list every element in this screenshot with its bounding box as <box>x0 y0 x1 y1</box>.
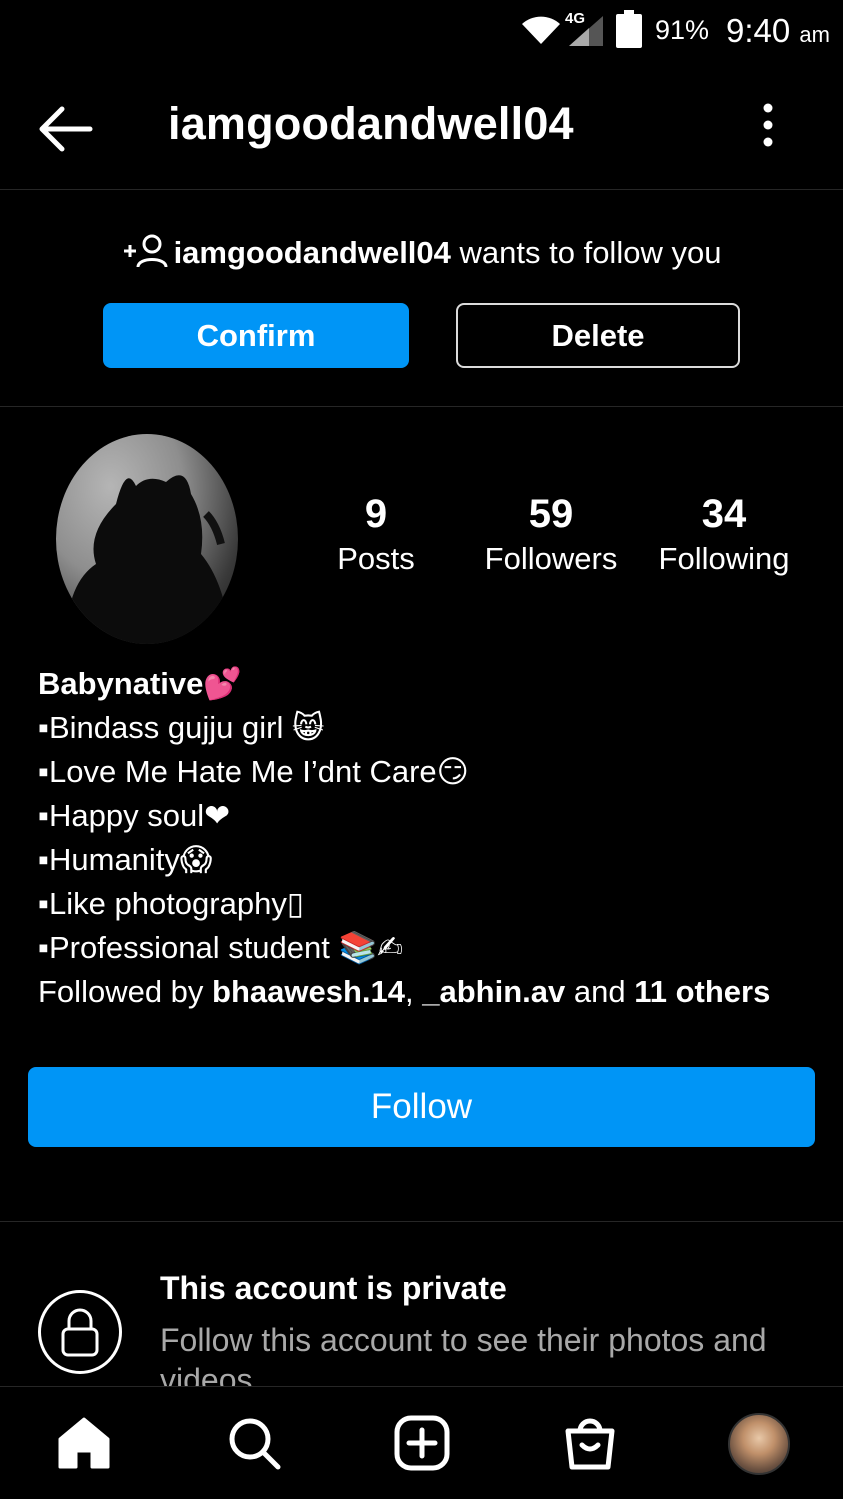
signal-icon <box>569 16 603 46</box>
bio-line: ▪Love Me Hate Me I’dnt Care😏 <box>38 754 469 789</box>
bio-line: ▪Happy soul❤ <box>38 798 231 833</box>
page-title: iamgoodandwell04 <box>168 98 574 149</box>
follower-link[interactable]: _abhin.av <box>422 974 565 1009</box>
battery-percent: 91% <box>655 15 710 45</box>
followers-label: Followers <box>484 541 618 576</box>
requester-username[interactable]: iamgoodandwell04 <box>174 235 451 270</box>
profile-tab-avatar[interactable] <box>728 1413 790 1475</box>
followers-count: 59 <box>528 492 574 536</box>
stat-followers[interactable]: 59 Followers <box>476 492 626 577</box>
profile-name: Babynative💕 <box>38 666 242 701</box>
followed-by[interactable]: Followed by bhaawesh.14, _abhin.av and 1… <box>38 970 828 1014</box>
bio-line: ▪Professional student 📚✍ <box>38 930 404 965</box>
posts-label: Posts <box>337 541 415 576</box>
profile-bio: Babynative💕 ▪Bindass gujju girl 😸 ▪Love … <box>38 662 828 1014</box>
stat-posts[interactable]: 9 Posts <box>320 492 432 577</box>
avatar-silhouette <box>66 475 231 644</box>
follower-link[interactable]: bhaawesh.14 <box>212 974 405 1009</box>
following-label: Following <box>658 541 790 576</box>
battery-icon <box>616 10 642 48</box>
search-icon[interactable] <box>226 1415 282 1471</box>
bio-line: ▪Humanity😱 <box>38 842 213 877</box>
posts-count: 9 <box>364 492 388 536</box>
others-link[interactable]: 11 others <box>634 974 770 1009</box>
more-options-icon[interactable] <box>750 100 786 150</box>
private-subtitle: Follow this account to see their photos … <box>160 1322 767 1387</box>
status-bar: 4G 91% 9:40 am <box>0 0 843 62</box>
confirm-button[interactable]: Confirm <box>103 303 409 368</box>
lock-icon-circle <box>38 1290 122 1374</box>
shop-icon[interactable] <box>562 1415 618 1471</box>
add-user-icon <box>123 234 168 268</box>
follow-button[interactable]: Follow <box>28 1067 815 1147</box>
bottom-navigation <box>0 1386 843 1499</box>
private-account-notice: This account is private Follow this acco… <box>0 1222 843 1387</box>
home-icon[interactable] <box>56 1415 112 1471</box>
create-post-icon[interactable] <box>394 1415 450 1471</box>
follow-request-banner: iamgoodandwell04 wants to follow you Con… <box>0 191 843 407</box>
profile-header: iamgoodandwell04 <box>0 62 843 190</box>
lock-icon <box>61 1308 99 1357</box>
delete-button[interactable]: Delete <box>456 303 740 368</box>
bio-line: ▪Like photography▯ <box>38 886 304 921</box>
bio-line: ▪Bindass gujju girl 😸 <box>38 710 325 745</box>
clock: 9:40 am <box>726 12 830 49</box>
follow-request-text: iamgoodandwell04 wants to follow you <box>0 233 843 271</box>
following-count: 34 <box>701 492 747 536</box>
private-title: This account is private <box>160 1270 507 1306</box>
wifi-icon <box>522 16 560 44</box>
stat-following[interactable]: 34 Following <box>650 492 798 577</box>
request-message: wants to follow you <box>450 235 722 270</box>
profile-avatar[interactable] <box>56 434 238 644</box>
back-arrow-icon[interactable] <box>34 102 96 156</box>
